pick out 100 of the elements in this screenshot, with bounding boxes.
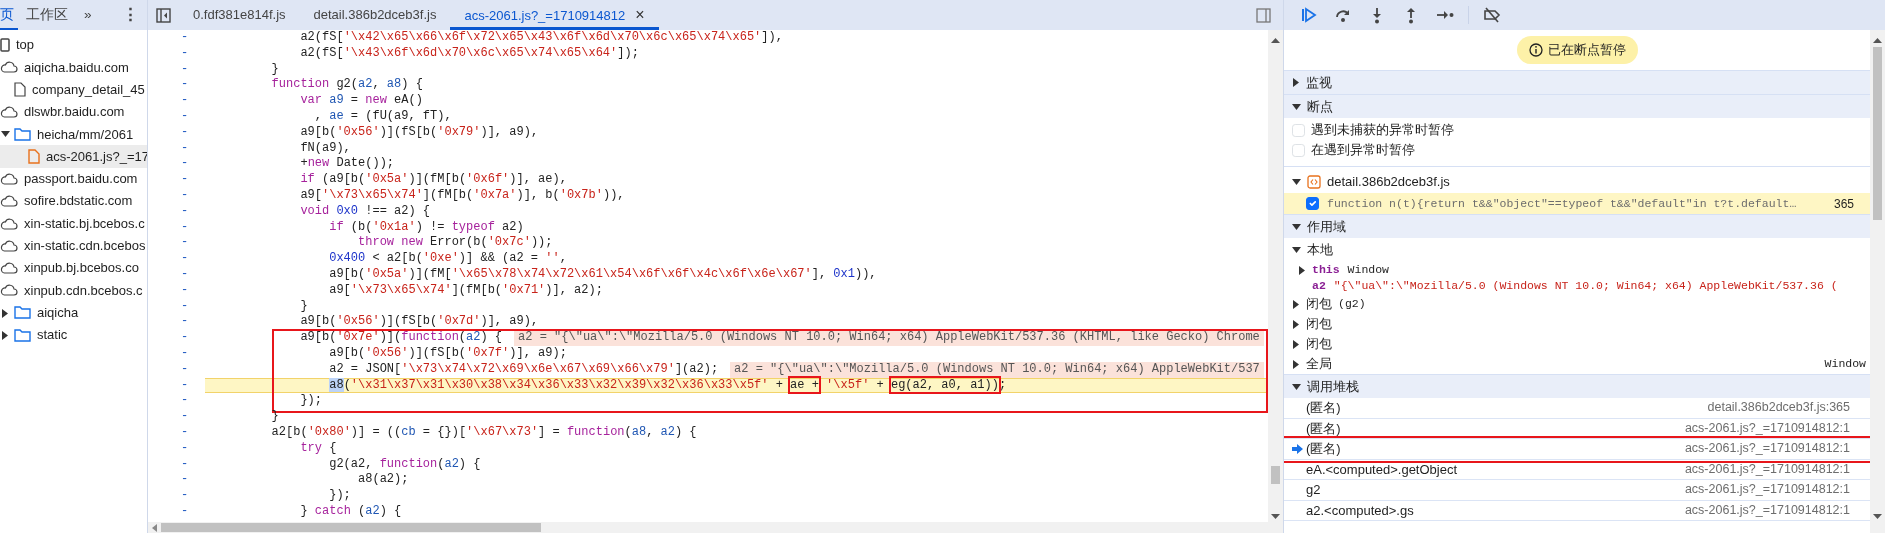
checkbox[interactable] xyxy=(1306,197,1319,210)
tree-item[interactable]: passport.baidu.com xyxy=(0,167,147,191)
caret-right-icon[interactable] xyxy=(1292,78,1300,87)
scroll-left-icon[interactable] xyxy=(152,523,157,532)
close-button[interactable]: × xyxy=(635,6,645,23)
frame-name: (匿名) xyxy=(1306,399,1341,417)
line-number: 365 xyxy=(1833,195,1855,213)
scope-item[interactable]: 闭包 xyxy=(1284,314,1870,334)
variable-name: a2 xyxy=(1312,278,1326,295)
tree-item[interactable]: dlswbr.baidu.com xyxy=(0,100,147,124)
breakpoint-file[interactable]: detail.386b2dceb3f.js xyxy=(1284,171,1870,193)
checkbox-label: 在遇到异常时暂停 xyxy=(1311,141,1415,160)
frame-location: acs-2061.js?_=1710914812:1 xyxy=(1684,501,1851,519)
breakpoint-row[interactable]: function n(t){return t&&"object"==typeof t&&"default"in t?t.default… 365 xyxy=(1284,193,1870,214)
sidebar-tab[interactable]: 工作区 xyxy=(18,0,76,30)
caret-down-icon[interactable] xyxy=(1292,102,1301,111)
frame-icon xyxy=(0,38,10,53)
tree-item[interactable]: xinpub.bj.bcebos.co xyxy=(0,256,147,280)
file-tab[interactable]: detail.386b2dceb3f.js xyxy=(299,0,451,30)
scroll-down-icon[interactable] xyxy=(1271,514,1280,519)
scrollbar-thumb[interactable] xyxy=(161,523,541,532)
file-tab[interactable]: 0.fdf381e814f.js xyxy=(179,0,300,30)
tree-item[interactable]: static xyxy=(0,323,147,347)
vertical-scrollbar[interactable] xyxy=(1870,30,1885,533)
scope-item[interactable]: 闭包 (g2) xyxy=(1284,294,1870,314)
caret-down-icon[interactable] xyxy=(1292,222,1301,231)
section-header[interactable]: 断点 xyxy=(1284,94,1870,118)
line-marker: - xyxy=(180,187,190,204)
cloud-icon xyxy=(0,195,18,208)
caret-down-icon[interactable] xyxy=(1,130,10,139)
more-options-button[interactable]: ⋮ xyxy=(114,0,147,30)
scope-item[interactable]: 全局 Window xyxy=(1284,354,1870,374)
call-frame[interactable]: eA.<computed>.getObject acs-2061.js?_=1710914812:1 xyxy=(1284,459,1870,480)
caret-right-icon[interactable] xyxy=(1292,319,1300,329)
code-line: a2(fS['\x42\x65\x66\x6f\x72\x65\x43\x6f\x6d\x70\x6c\x65\x74\x65']), xyxy=(299,30,783,46)
section-header[interactable]: 调用堆栈 xyxy=(1284,374,1870,398)
scroll-up-icon[interactable] xyxy=(1271,38,1280,43)
code-line: }); xyxy=(299,393,323,410)
variable-name: this xyxy=(1312,262,1340,279)
tree-item[interactable]: xinpub.cdn.bcebos.c xyxy=(0,279,147,302)
caret-right-icon[interactable] xyxy=(1,308,9,318)
frame-location: acs-2061.js?_=1710914812:1 xyxy=(1684,481,1851,499)
line-marker: - xyxy=(180,140,190,157)
variable-value: Window xyxy=(1347,262,1390,279)
caret-down-icon[interactable] xyxy=(1292,382,1301,391)
vertical-scrollbar[interactable] xyxy=(1268,30,1283,533)
horizontal-scrollbar[interactable] xyxy=(148,522,1268,533)
scope-item[interactable]: 本地 xyxy=(1284,238,1870,262)
cloud-icon xyxy=(0,61,18,74)
tree-item[interactable]: company_detail_45 xyxy=(0,78,147,101)
inline-value: a2 = "{\"ua\":\"Mozilla/5.0 (Windows NT 10.0; Win64; x64) AppleWebKit/537 xyxy=(730,361,1264,378)
code-line: a9['\x73\x65\x74'](fM[b('0x7a')], b('0x7b')), xyxy=(299,187,625,204)
call-frame[interactable]: (匿名) acs-2061.js?_=1710914812:1 xyxy=(1284,439,1870,460)
scroll-down-icon[interactable] xyxy=(1873,514,1882,519)
scrollbar-thumb[interactable] xyxy=(1271,466,1280,484)
section-header[interactable]: 监视 xyxy=(1284,70,1870,94)
tree-item[interactable]: sofire.bdstatic.com xyxy=(0,190,147,213)
section-header[interactable]: 作用域 xyxy=(1284,214,1870,238)
line-marker: - xyxy=(180,361,190,378)
code-line: g2(a2, function(a2) { xyxy=(328,456,481,473)
scroll-up-icon[interactable] xyxy=(1873,38,1882,43)
tree-item[interactable]: xin-static.cdn.bcebos xyxy=(0,234,147,257)
call-frame[interactable]: (匿名) acs-2061.js?_=1710914812:1 xyxy=(1284,418,1870,439)
tree-item[interactable]: aiqicha xyxy=(0,301,147,324)
caret-right-icon[interactable] xyxy=(1,330,9,340)
resume-icon[interactable] xyxy=(1300,6,1318,24)
tree-item[interactable]: aiqicha.baidu.com xyxy=(0,56,147,79)
frame-location: detail.386b2dceb3f.js:365 xyxy=(1707,399,1851,417)
deactivate-breakpoints-icon[interactable] xyxy=(1483,6,1501,24)
caret-down-icon[interactable] xyxy=(1292,246,1301,254)
tree-item[interactable]: heicha/mm/2061 xyxy=(0,123,147,146)
variable-value: "{\"ua\":\"Mozilla/5.0 (Windows NT 10.0; Win64; x64) AppleWebKit/537.36 ( xyxy=(1333,278,1838,295)
line-marker: - xyxy=(180,30,190,46)
file-tab[interactable]: acs-2061.js?_=1710914812 × xyxy=(450,0,659,30)
tree-item[interactable]: top xyxy=(0,34,147,57)
code-line: } xyxy=(270,409,279,425)
line-marker: - xyxy=(180,172,190,188)
code-line: a2(fS['\x43\x6f\x6d\x70\x6c\x65\x74\x65\x64']); xyxy=(299,45,639,62)
code-line: throw new Error(b('0x7c')); xyxy=(357,235,553,252)
code-line: fN(a9), xyxy=(299,140,351,157)
line-marker: - xyxy=(180,314,190,331)
caret-right-icon[interactable] xyxy=(1292,339,1300,349)
call-frame[interactable]: (匿名) detail.386b2dceb3f.js:365 xyxy=(1284,398,1870,419)
scope-item[interactable]: 闭包 xyxy=(1284,334,1870,354)
caret-right-icon[interactable] xyxy=(1298,265,1306,275)
more-tabs-button[interactable]: » xyxy=(76,0,100,30)
caret-right-icon[interactable] xyxy=(1292,359,1300,369)
call-frame[interactable]: g2 acs-2061.js?_=1710914812:1 xyxy=(1284,480,1870,501)
scrollbar-thumb[interactable] xyxy=(1873,47,1882,220)
line-marker: - xyxy=(180,456,190,473)
code-line: 0x400 < a2[b('0xe')] && (a2 = '', xyxy=(328,251,567,267)
call-frame[interactable]: a2.<computed>.gs acs-2061.js?_=1710914812:1 xyxy=(1284,500,1870,521)
caret-right-icon[interactable] xyxy=(1292,299,1300,309)
line-marker: - xyxy=(180,61,190,78)
tree-item[interactable]: xin-static.bj.bcebos.c xyxy=(0,212,147,235)
code-line: a9[b('0x56')](fS[b('0x7d')], a9), xyxy=(299,314,539,331)
line-marker: - xyxy=(180,109,190,125)
caret-down-icon[interactable] xyxy=(1292,178,1301,186)
sidebar-tab[interactable]: 页 xyxy=(0,0,18,30)
checkbox-label: 遇到未捕获的异常时暂停 xyxy=(1311,121,1454,140)
